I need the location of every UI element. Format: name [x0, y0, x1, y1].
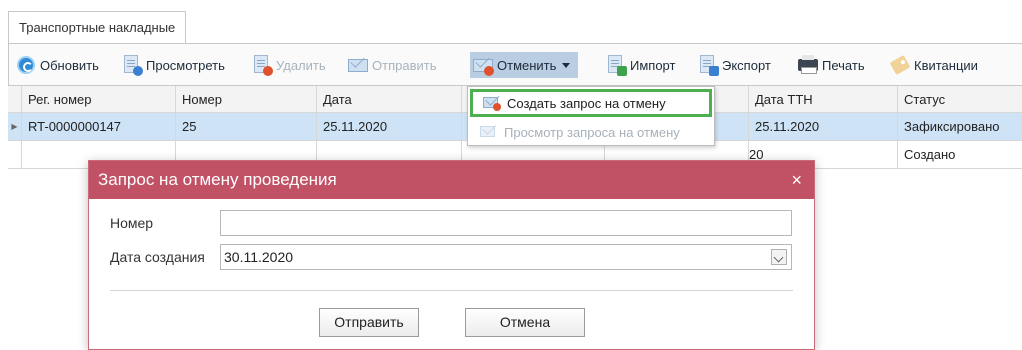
table-cell: 25: [176, 113, 317, 140]
dialog-divider: [110, 290, 793, 291]
cancel-button[interactable]: Отмена: [465, 308, 585, 337]
export-button[interactable]: Экспорт: [697, 52, 771, 78]
menu-item-view-cancel-request[interactable]: Просмотр запроса на отмену: [470, 118, 712, 146]
create-request-icon: [483, 95, 501, 111]
view-request-icon: [480, 124, 498, 140]
row-indicator-header: [8, 86, 22, 113]
table-cell: Зафиксировано: [904, 119, 1000, 134]
import-label: Импорт: [630, 57, 676, 73]
creation-date-select[interactable]: 30.11.2020: [220, 244, 792, 270]
import-icon: [605, 54, 627, 76]
view-button[interactable]: Просмотреть: [121, 52, 225, 78]
export-label: Экспорт: [722, 57, 771, 73]
column-header[interactable]: Статус: [898, 86, 1022, 113]
refresh-label: Обновить: [40, 57, 99, 73]
print-button[interactable]: Печать: [797, 52, 865, 78]
column-header[interactable]: Номер: [176, 86, 317, 113]
column-header[interactable]: Рег. номер: [22, 86, 176, 113]
table-cell: 25.11.2020: [749, 113, 898, 140]
chevron-down-icon[interactable]: [771, 249, 787, 265]
dialog-title: Запрос на отмену проведения: [98, 170, 337, 189]
print-label: Печать: [822, 57, 865, 73]
import-button[interactable]: Импорт: [605, 52, 675, 78]
cancel-icon: [472, 54, 494, 76]
creation-date-value: 30.11.2020: [224, 249, 294, 265]
number-label: Номер: [110, 215, 154, 231]
toolbar: Обновить Просмотреть Удалить Отправить О…: [8, 44, 1022, 85]
receipts-icon: [889, 54, 911, 76]
delete-label: Удалить: [276, 57, 326, 73]
delete-button[interactable]: Удалить: [251, 52, 326, 78]
tab-waybills[interactable]: Транспортные накладные: [8, 11, 187, 44]
receipts-button[interactable]: Квитанции: [889, 52, 978, 78]
close-icon[interactable]: ×: [791, 161, 802, 199]
menu-item-create-cancel-request[interactable]: Создать запрос на отмену: [470, 89, 712, 117]
view-icon: [121, 54, 143, 76]
refresh-button[interactable]: Обновить: [15, 52, 99, 78]
send-label: Отправить: [372, 57, 437, 73]
column-header[interactable]: Дата ТТН: [749, 86, 898, 113]
send-request-button[interactable]: Отправить: [319, 308, 419, 337]
row-pointer-icon: ▶: [8, 113, 22, 140]
print-icon: [797, 54, 819, 76]
creation-date-label: Дата создания: [110, 249, 205, 265]
cancel-dropdown-button[interactable]: Отменить: [470, 52, 579, 78]
cancel-label: Отменить: [497, 57, 557, 73]
tab-strip: Транспортные накладные: [0, 0, 1022, 44]
chevron-down-icon: [562, 62, 571, 68]
number-field[interactable]: [220, 210, 792, 236]
menu-item-label: Создать запрос на отмену: [507, 95, 666, 111]
row-indicator: [8, 141, 22, 168]
send-button[interactable]: Отправить: [347, 52, 436, 78]
delete-icon: [251, 54, 273, 76]
dialog-header: Запрос на отмену проведения ×: [89, 161, 814, 199]
table-cell: Создано: [904, 147, 956, 162]
refresh-icon: [15, 54, 37, 76]
cancel-dropdown-menu: Создать запрос на отмену Просмотр запрос…: [467, 86, 715, 146]
column-header[interactable]: Дата: [317, 86, 462, 113]
cancel-request-dialog: Запрос на отмену проведения × Номер Дата…: [88, 160, 815, 350]
send-icon: [347, 54, 369, 76]
table-cell: 25.11.2020: [317, 113, 462, 140]
table-cell: RT-0000000147: [22, 113, 176, 140]
receipts-label: Квитанции: [914, 57, 978, 73]
export-icon: [697, 54, 719, 76]
view-label: Просмотреть: [146, 57, 225, 73]
menu-item-label: Просмотр запроса на отмену: [504, 124, 680, 140]
